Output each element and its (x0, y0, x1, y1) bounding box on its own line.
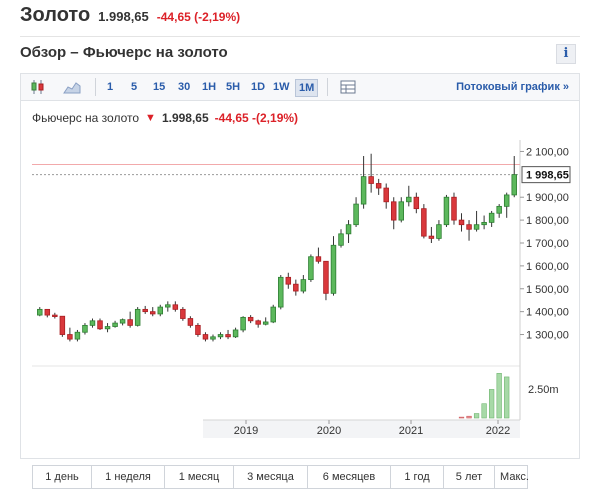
candle-body (262, 321, 269, 325)
volume-axis-label: 2.50m (528, 384, 559, 396)
candle-body (210, 336, 216, 340)
candle-body (149, 311, 156, 315)
candle-body (195, 324, 201, 335)
candle-body (421, 208, 427, 237)
volume-bar (489, 389, 495, 419)
candle-body (37, 308, 43, 316)
period-1-month[interactable]: 1 месяц (165, 466, 234, 488)
candle-body (360, 176, 367, 205)
candle-body (436, 224, 442, 239)
candle-body (488, 212, 495, 223)
candle-body (383, 187, 389, 203)
period-1-week[interactable]: 1 неделя (92, 466, 165, 488)
candle-body (345, 224, 352, 235)
candle-body (67, 334, 73, 340)
candle-body (104, 326, 111, 330)
candle-body (225, 334, 231, 338)
y-tick-label: 1 300,00 (526, 330, 569, 342)
candle-body (44, 308, 51, 316)
candle-body (353, 203, 359, 226)
y-tick-label: 1 900,00 (526, 192, 569, 204)
candle-body (59, 315, 66, 335)
volume-bar (458, 416, 465, 419)
y-tick-label: 1 500,00 (526, 284, 569, 296)
candle-body (428, 235, 435, 239)
y-tick-label: 1 700,00 (526, 238, 569, 250)
candle-body (157, 306, 164, 315)
period-6-months[interactable]: 6 месяцев (308, 466, 391, 488)
candle-body (330, 244, 337, 294)
candle-body (112, 322, 118, 327)
candle-body (390, 201, 397, 221)
candle-body (473, 224, 480, 230)
price-chart[interactable]: 2 100,00 1 900,00 1 800,00 1 700,00 1 600,00… (0, 0, 590, 460)
candle-body (451, 196, 457, 221)
period-1-year[interactable]: 1 год (391, 466, 444, 488)
candle-body (119, 319, 126, 324)
x-tick-label: 2020 (317, 425, 341, 437)
y-tick-label: 1 800,00 (526, 215, 569, 227)
candle-body (323, 260, 329, 294)
candle-body (375, 183, 382, 189)
candle-body (308, 256, 314, 281)
x-tick-label: 2021 (399, 425, 423, 437)
candle-body (338, 233, 344, 246)
candle-body (82, 324, 88, 333)
candle-body (247, 316, 254, 322)
candle-body (466, 224, 472, 230)
candle-body (134, 308, 141, 326)
last-price-label: 1 998,65 (526, 170, 569, 182)
candle-body (89, 320, 96, 326)
candle-body (270, 306, 276, 323)
y-tick-label: 2 100,00 (526, 146, 569, 158)
candle-body (458, 219, 465, 226)
y-tick-label: 1 400,00 (526, 307, 569, 319)
volume-bar (504, 376, 510, 419)
candle-body (165, 304, 171, 308)
candle-body (315, 256, 322, 262)
candle-body (52, 314, 58, 317)
candle-body (285, 276, 292, 285)
period-max[interactable]: Макс. (495, 466, 534, 488)
candle-body (255, 320, 261, 325)
candle-body (481, 221, 487, 226)
candle-body (443, 196, 450, 226)
volume-bar (481, 403, 487, 419)
candle-body (97, 320, 103, 330)
candle-body (142, 308, 148, 313)
candle-body (217, 334, 224, 338)
candle-body (232, 329, 239, 338)
x-tick-label: 2022 (486, 425, 510, 437)
candle-body (202, 334, 209, 340)
candle-body (172, 304, 179, 310)
candle-body (127, 319, 133, 326)
candle-body (368, 176, 374, 184)
period-5-years[interactable]: 5 лет (444, 466, 495, 488)
period-selector: 1 день 1 неделя 1 месяц 3 месяца 6 месяц… (32, 465, 529, 489)
x-tick-label: 2019 (234, 425, 258, 437)
candle-body (180, 308, 186, 319)
period-3-months[interactable]: 3 месяца (234, 466, 308, 488)
candle-body (496, 205, 502, 214)
candle-body (278, 276, 284, 308)
volume-bar (496, 373, 502, 419)
period-1-day[interactable]: 1 день (33, 466, 92, 488)
candle-body (511, 174, 517, 196)
candle-body (413, 196, 420, 210)
candle-body (187, 318, 194, 326)
candle-body (300, 279, 307, 292)
candle-body (293, 283, 299, 292)
volume-bar (466, 415, 472, 419)
candle-body (406, 196, 412, 203)
candle-body (74, 331, 81, 340)
y-tick-label: 1 600,00 (526, 261, 569, 273)
candle-body (398, 201, 405, 221)
candle-body (240, 316, 246, 331)
candle-body (503, 194, 510, 207)
volume-bar (473, 413, 480, 419)
